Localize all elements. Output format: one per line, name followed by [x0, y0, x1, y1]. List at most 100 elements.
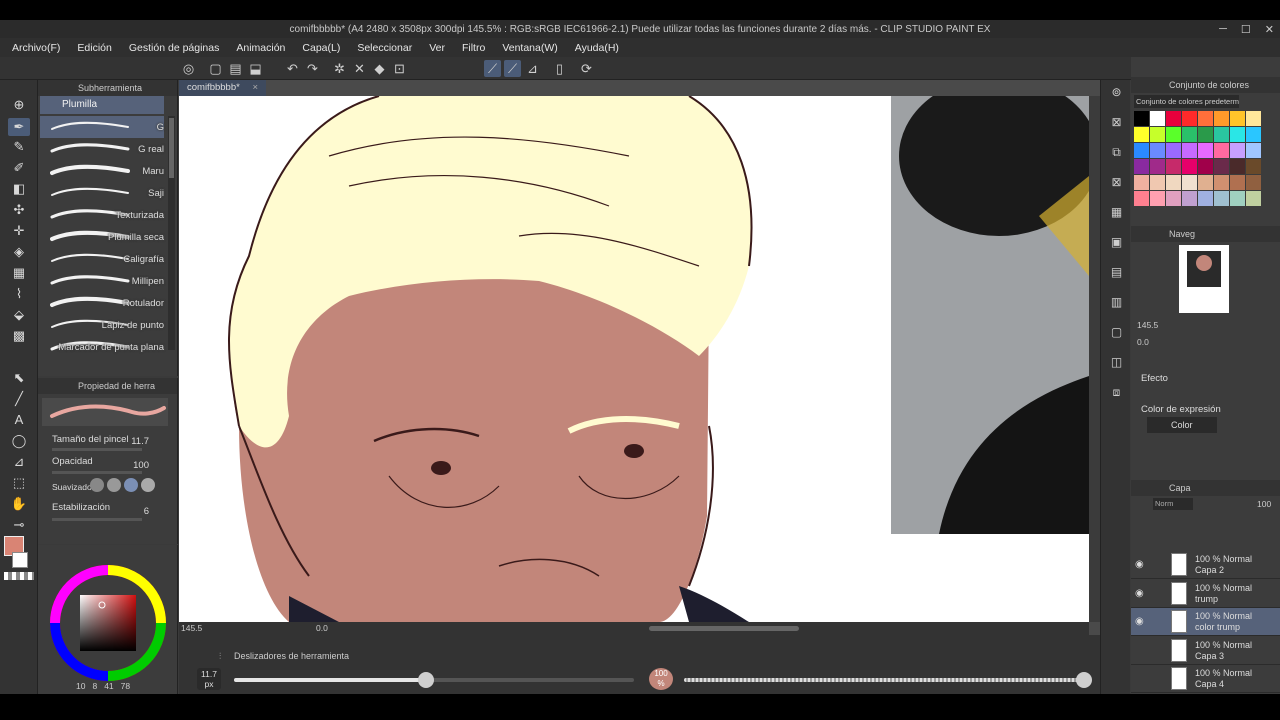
layer-row[interactable]: ◉ 100 % Normal Capa 2	[1131, 551, 1280, 579]
color-swatch[interactable]	[1230, 175, 1245, 190]
decoration-tool-icon[interactable]: ✣	[8, 201, 30, 219]
menu-ventana[interactable]: Ventana(W)	[502, 42, 557, 54]
color-swatch[interactable]	[1134, 127, 1149, 142]
color-swatch[interactable]	[1166, 127, 1181, 142]
color-swatch[interactable]	[1150, 191, 1165, 206]
stabilization-bar[interactable]	[52, 518, 142, 521]
open-file-icon[interactable]: ▤	[227, 60, 244, 77]
zoom-tool-icon[interactable]: ⊕	[8, 96, 30, 114]
fill-tool-icon[interactable]: ⬙	[8, 306, 30, 324]
balloon-tool-icon[interactable]: ◯	[8, 432, 30, 450]
color-swatch[interactable]	[1198, 159, 1213, 174]
color-swatch[interactable]	[1150, 175, 1165, 190]
color-swatch[interactable]	[1134, 159, 1149, 174]
menu-capa[interactable]: Capa(L)	[302, 42, 340, 54]
minimize-icon[interactable]: ─	[1219, 23, 1227, 35]
brush-item[interactable]: Lápiz de punto	[40, 314, 164, 336]
lasso-tool-icon[interactable]: ⌇	[8, 285, 30, 303]
close-icon[interactable]: ✕	[1265, 23, 1274, 36]
navigator-angle[interactable]: 0.0	[1137, 337, 1149, 347]
opacity-value[interactable]: 100	[133, 460, 149, 471]
item-bank-icon[interactable]: ▢	[1108, 324, 1125, 341]
animation-icon[interactable]: ▣	[1108, 234, 1125, 251]
move-tool-icon[interactable]: ✛	[8, 222, 30, 240]
color-swatch[interactable]	[1214, 143, 1229, 158]
select-tool-icon[interactable]: ⬚	[8, 474, 30, 492]
color-swatch[interactable]	[1214, 111, 1229, 126]
size-slider-thumb[interactable]	[418, 672, 434, 688]
color-swatch[interactable]	[1198, 191, 1213, 206]
color-swatch[interactable]	[1182, 159, 1197, 174]
brush-item[interactable]: Maru	[40, 160, 164, 182]
color-swatch[interactable]	[1214, 127, 1229, 142]
subtool-scrollbar[interactable]	[168, 116, 175, 350]
layer-row[interactable]: ◉ 100 % Normal trump	[1131, 580, 1280, 608]
history-icon[interactable]: ⊠	[1108, 174, 1125, 191]
color-swatch[interactable]	[1182, 111, 1197, 126]
text-tool-icon[interactable]: A	[8, 411, 30, 429]
clip-studio-icon[interactable]: ◎	[180, 60, 197, 77]
material-icon[interactable]: ▦	[1108, 204, 1125, 221]
stabilization-value[interactable]: 6	[144, 506, 149, 517]
brush-item[interactable]: Caligrafía	[40, 248, 164, 270]
color-swatch[interactable]	[1166, 143, 1181, 158]
redo-icon[interactable]: ↷	[304, 60, 321, 77]
canvas-vertical-scrollbar[interactable]	[1089, 96, 1100, 622]
color-swatch[interactable]	[1166, 159, 1181, 174]
color-swatch[interactable]	[1246, 127, 1261, 142]
eraser-tool-icon[interactable]: ◧	[8, 180, 30, 198]
fill-icon[interactable]: ◆	[371, 60, 388, 77]
new-file-icon[interactable]: ▢	[207, 60, 224, 77]
color-swatch[interactable]	[1166, 111, 1181, 126]
color-swatch[interactable]	[1246, 191, 1261, 206]
brush-tool-icon[interactable]: ✐	[8, 159, 30, 177]
menu-edicion[interactable]: Edición	[77, 42, 111, 54]
navigator-icon[interactable]: ⊚	[1108, 84, 1125, 101]
canvas-zoom-value[interactable]: 145.5	[181, 623, 202, 633]
frame-tool-icon[interactable]: ▦	[8, 264, 30, 282]
color-swatch[interactable]	[1198, 127, 1213, 142]
transparent-color-swatch[interactable]	[4, 572, 34, 580]
hand-tool-icon[interactable]: ✋	[8, 495, 30, 513]
opacity-slider-thumb[interactable]	[1076, 672, 1092, 688]
navigator-preview[interactable]	[1179, 245, 1229, 313]
undo-icon[interactable]: ↶	[284, 60, 301, 77]
layer-row[interactable]: 100 % Normal Capa 4	[1131, 665, 1280, 693]
auto-action-icon[interactable]: ▤	[1108, 264, 1125, 281]
color-swatch[interactable]	[1166, 191, 1181, 206]
color-swatch[interactable]	[1230, 143, 1245, 158]
color-swatch[interactable]	[1182, 127, 1197, 142]
expression-color-dropdown[interactable]: Color	[1147, 417, 1217, 433]
color-swatch[interactable]	[1214, 191, 1229, 206]
layer-row[interactable]: ◉ 100 % Normal color trump	[1131, 608, 1280, 636]
eye-icon[interactable]: ◉	[1135, 559, 1144, 570]
brush-item[interactable]: Texturizada	[40, 204, 164, 226]
eye-icon[interactable]: ◉	[1135, 588, 1144, 599]
eyedropper-tool-icon[interactable]: ⊸	[8, 516, 30, 534]
menu-ayuda[interactable]: Ayuda(H)	[575, 42, 619, 54]
layer-opacity-value[interactable]: 100	[1257, 499, 1271, 509]
export-icon[interactable]: ⧈	[1108, 384, 1125, 401]
color-wheel[interactable]	[48, 563, 168, 683]
navigator-zoom[interactable]: 145.5	[1137, 320, 1158, 330]
drawing-canvas[interactable]	[179, 96, 1089, 622]
object-tool-icon[interactable]: ⬉	[8, 369, 30, 387]
save-icon[interactable]: ⬓	[247, 60, 264, 77]
snap-grid-icon[interactable]: ⊿	[524, 60, 541, 77]
sub-view-icon[interactable]: ▥	[1108, 294, 1125, 311]
menu-filtro[interactable]: Filtro	[462, 42, 485, 54]
brush-item[interactable]: Marcador de punta plana	[40, 336, 164, 358]
color-swatch[interactable]	[1134, 175, 1149, 190]
brush-item[interactable]: G	[40, 116, 164, 138]
brush-size-value[interactable]: 11.7	[131, 436, 149, 447]
pen-tool-icon[interactable]: ✒	[8, 118, 30, 136]
brush-item[interactable]: Millipen	[40, 270, 164, 292]
color-swatch[interactable]	[1182, 175, 1197, 190]
companion-mode-icon[interactable]: ▯	[551, 60, 568, 77]
color-swatch[interactable]	[1230, 127, 1245, 142]
color-swatch[interactable]	[1198, 143, 1213, 158]
smartphone-icon[interactable]: ⟳	[578, 60, 595, 77]
smoothing-options[interactable]	[90, 478, 162, 494]
color-swatch[interactable]	[1150, 111, 1165, 126]
pencil-tool-icon[interactable]: ✎	[8, 138, 30, 156]
